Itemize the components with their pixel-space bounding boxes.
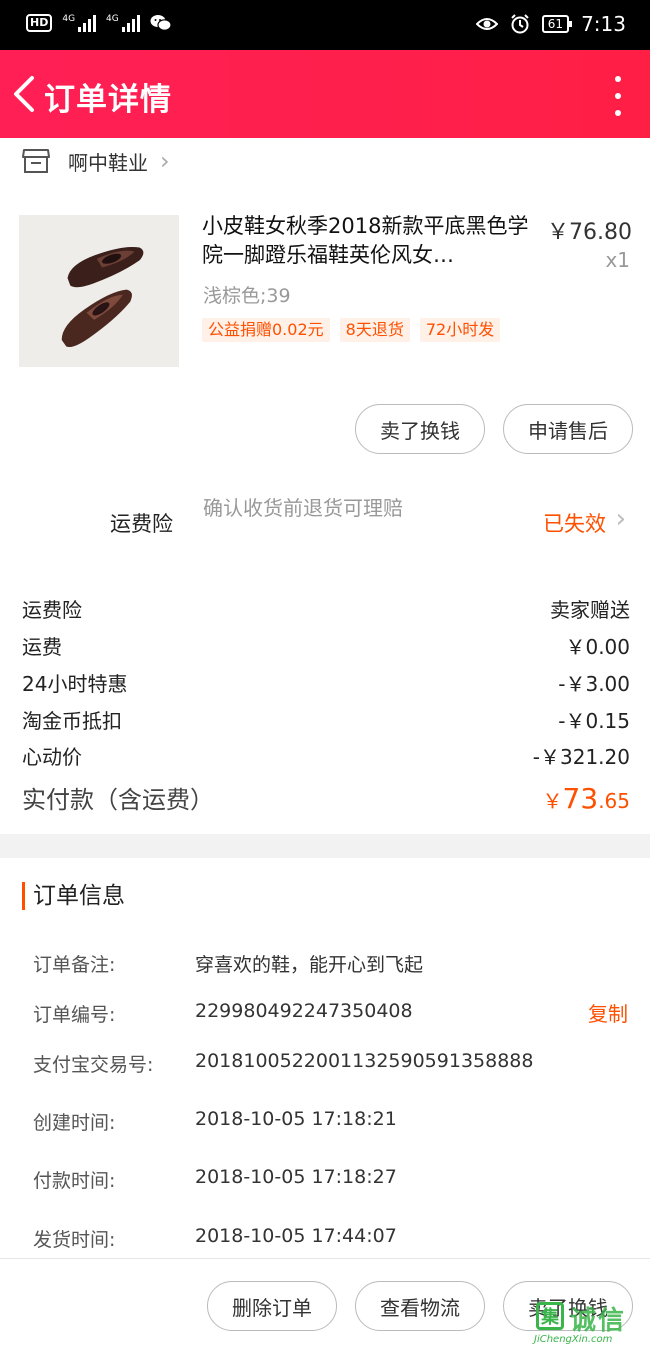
status-bar: HD 4G 4G 61 7:13 [0, 0, 650, 50]
signal-icon: 4G [62, 14, 97, 32]
view-logistics-button[interactable]: 查看物流 [355, 1281, 485, 1331]
fee-row: 运费 ￥0.00 [22, 631, 630, 660]
page-title: 订单详情 [44, 82, 172, 118]
signal-label: 4G [62, 14, 76, 24]
product-tags: 公益捐赠0.02元 8天退货 72小时发 [202, 318, 501, 342]
more-dot-icon [615, 76, 621, 82]
status-left: HD 4G 4G [26, 14, 172, 32]
shop-name: 啊中鞋业 [68, 150, 148, 175]
delete-order-button[interactable]: 删除订单 [207, 1281, 337, 1331]
tag-badge: 72小时发 [419, 318, 501, 342]
fee-label: 运费 [22, 635, 62, 659]
product-price: ￥76.80 [547, 220, 632, 245]
more-dot-icon [615, 93, 621, 99]
insurance-status[interactable]: 已失效 [543, 508, 606, 538]
watermark-logo: 集 诚信 JiChengXin.com [534, 1298, 646, 1350]
total-row: 实付款（含运费） ￥73.65 [22, 780, 630, 815]
copy-button[interactable]: 复制 [588, 998, 628, 1027]
watermark-char: 集 [536, 1302, 564, 1330]
shop-icon [22, 149, 50, 173]
shoe-image [19, 215, 179, 367]
info-label: 订单备注: [33, 954, 116, 976]
info-label: 支付宝交易号: [33, 1054, 154, 1076]
fee-value: 卖家赠送 [550, 598, 630, 622]
hd-badge: HD [26, 14, 53, 32]
total-decimal: .65 [598, 789, 630, 813]
info-label: 发货时间: [33, 1229, 116, 1251]
product-title[interactable]: 小皮鞋女秋季2018新款平底黑色学院一脚蹬乐福鞋英伦风女… [202, 212, 532, 270]
battery-icon: 61 [541, 15, 573, 33]
more-menu-button[interactable] [612, 76, 624, 116]
fee-label: 心动价 [22, 745, 82, 769]
info-row: 创建时间: 2018-10-05 17:18:21 [33, 1108, 633, 1135]
back-button[interactable] [8, 70, 48, 118]
product-sku: 浅棕色;39 [203, 285, 291, 307]
sell-button[interactable]: 卖了换钱 [355, 404, 485, 454]
fee-row: 淘金币抵扣 -￥0.15 [22, 705, 630, 734]
fee-value: -￥3.00 [558, 672, 630, 696]
total-value: ￥73.65 [543, 782, 630, 815]
tag-badge: 8天退货 [339, 318, 410, 342]
info-row: 订单备注: 穿喜欢的鞋，能开心到飞起 [33, 950, 633, 977]
product-quantity: x1 [605, 248, 630, 272]
status-time: 7:13 [581, 12, 626, 36]
info-row: 订单编号: 229980492247350408 [33, 1000, 633, 1027]
info-value: 2018-10-05 17:18:27 [195, 1166, 397, 1188]
insurance-label: 运费险 [110, 512, 173, 536]
info-value: 2018-10-05 17:18:21 [195, 1108, 397, 1130]
signal-icon: 4G [106, 14, 140, 32]
watermark-text: 诚信 [570, 1306, 627, 1336]
info-label: 订单编号: [33, 1004, 116, 1026]
fee-row: 运费险 卖家赠送 [22, 594, 630, 623]
total-label: 实付款（含运费） [22, 786, 214, 814]
fee-label: 运费险 [22, 598, 82, 622]
order-info-title: 订单信息 [22, 882, 125, 910]
info-value: 2018100522001132590591358888 [195, 1050, 534, 1072]
total-integer: 73 [562, 782, 599, 815]
order-number: 229980492247350408 [195, 1000, 413, 1022]
info-label: 创建时间: [33, 1112, 116, 1134]
info-row: 支付宝交易号: 2018100522001132590591358888 [33, 1050, 633, 1077]
fee-label: 淘金币抵扣 [22, 709, 122, 733]
info-value: 穿喜欢的鞋，能开心到飞起 [195, 954, 424, 976]
info-value: 2018-10-05 17:44:07 [195, 1225, 397, 1247]
chevron-right-icon: › [160, 147, 170, 175]
fee-value: -￥0.15 [558, 709, 630, 733]
product-image[interactable] [19, 215, 179, 367]
info-row: 付款时间: 2018-10-05 17:18:27 [33, 1166, 633, 1193]
fee-value: -￥321.20 [532, 745, 630, 769]
alarm-icon [511, 14, 529, 34]
shop-row[interactable]: 啊中鞋业 › [0, 138, 650, 184]
eye-icon [475, 18, 498, 30]
fee-row: 24小时特惠 -￥3.00 [22, 668, 630, 697]
fee-row: 心动价 -￥321.20 [22, 741, 630, 770]
header-bar: 订单详情 [0, 50, 650, 138]
more-dot-icon [615, 110, 621, 116]
signal-label: 4G [106, 14, 119, 24]
after-sale-button[interactable]: 申请售后 [503, 404, 633, 454]
watermark-url: JiChengXin.com [534, 1334, 613, 1345]
fee-label: 24小时特惠 [22, 672, 128, 696]
wechat-icon [150, 15, 172, 31]
info-row: 发货时间: 2018-10-05 17:44:07 [33, 1225, 633, 1252]
tag-badge: 公益捐赠0.02元 [202, 318, 330, 342]
section-divider [0, 834, 650, 858]
fee-value: ￥0.00 [565, 635, 630, 659]
insurance-description: 确认收货前退货可理赔 [203, 496, 403, 520]
info-label: 付款时间: [33, 1170, 116, 1192]
chevron-left-icon [14, 76, 34, 112]
chevron-right-icon[interactable]: › [616, 504, 626, 534]
total-currency: ￥ [542, 789, 563, 813]
status-right: 61 7:13 [475, 12, 626, 36]
